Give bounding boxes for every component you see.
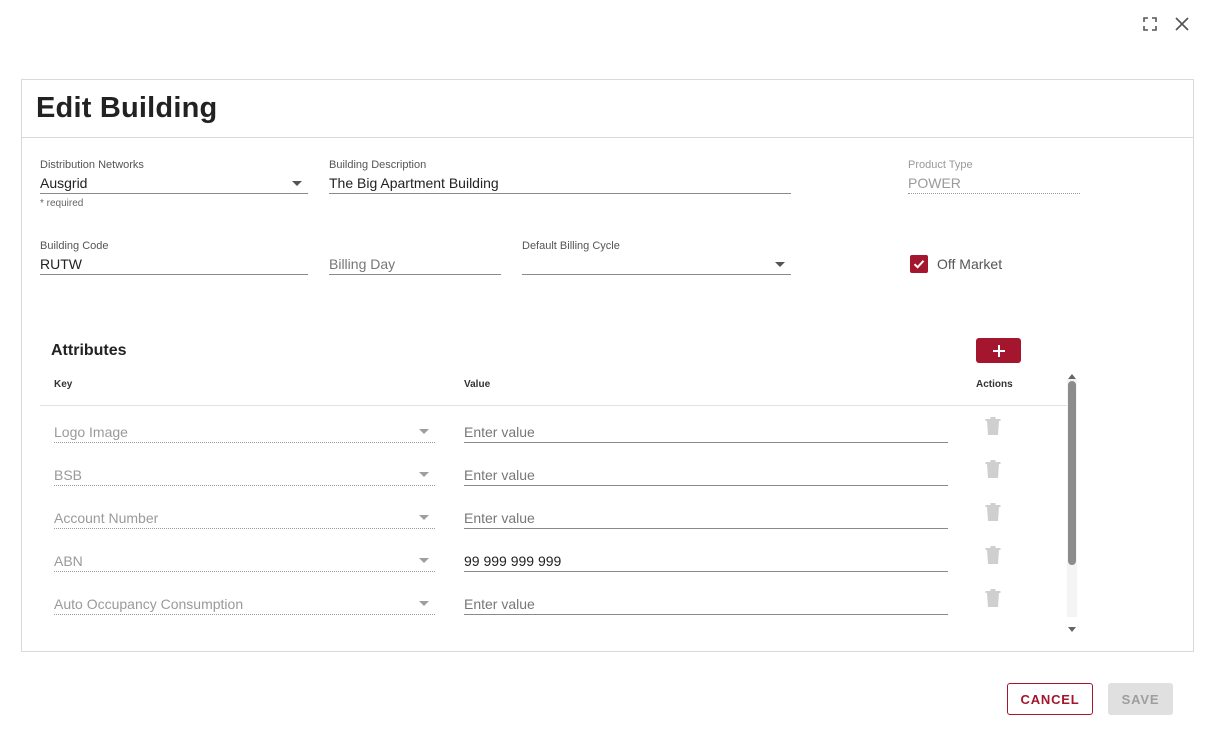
table-row: Auto Occupancy Consumption Enter value: [22, 584, 1082, 627]
trash-icon[interactable]: [984, 416, 1002, 436]
attribute-key-value: BSB: [54, 467, 83, 483]
attribute-value-input[interactable]: Enter value: [464, 507, 948, 529]
trash-icon[interactable]: [984, 502, 1002, 522]
attribute-value-input[interactable]: 99 999 999 999: [464, 550, 948, 572]
column-header-actions: Actions: [976, 379, 1013, 390]
chevron-down-icon: [419, 515, 429, 520]
table-row: Account Number Enter value: [22, 498, 1082, 541]
attribute-key-select[interactable]: Auto Occupancy Consumption: [54, 593, 435, 615]
default-billing-cycle-field: Default Billing Cycle: [522, 239, 791, 275]
scroll-up-arrow-icon[interactable]: [1067, 367, 1077, 379]
building-description-input[interactable]: The Big Apartment Building: [329, 172, 791, 194]
trash-icon[interactable]: [984, 459, 1002, 479]
billing-day-input[interactable]: Billing Day: [329, 253, 501, 275]
table-divider: [40, 405, 1067, 406]
column-header-key: Key: [54, 379, 73, 390]
cancel-button[interactable]: CANCEL: [1007, 683, 1093, 715]
building-code-field: Building Code RUTW: [40, 239, 308, 275]
page-title: Edit Building: [36, 92, 218, 124]
table-row: ABN 99 999 999 999: [22, 541, 1082, 584]
attribute-key-value: Auto Occupancy Consumption: [54, 596, 244, 612]
add-attribute-button[interactable]: [976, 338, 1021, 363]
panel-header: Edit Building: [22, 80, 1193, 138]
attribute-value-input[interactable]: Enter value: [464, 421, 948, 443]
distribution-networks-select[interactable]: Ausgrid: [40, 172, 308, 194]
attribute-value-input[interactable]: Enter value: [464, 464, 948, 486]
attributes-title: Attributes: [51, 342, 127, 359]
trash-icon[interactable]: [984, 545, 1002, 565]
required-hint: * required: [40, 198, 84, 209]
attribute-key-value: Logo Image: [54, 424, 128, 440]
plus-icon: [992, 344, 1005, 357]
product-type-label: Product Type: [908, 159, 973, 171]
distribution-networks-label: Distribution Networks: [40, 159, 144, 171]
attribute-value-input[interactable]: Enter value: [464, 593, 948, 615]
attribute-key-select[interactable]: BSB: [54, 464, 435, 486]
default-billing-cycle-label: Default Billing Cycle: [522, 240, 620, 252]
check-icon: [910, 255, 928, 273]
save-button[interactable]: SAVE: [1108, 683, 1173, 715]
attribute-key-value: ABN: [54, 553, 83, 569]
scrollbar-thumb[interactable]: [1068, 381, 1076, 565]
edit-building-panel: Edit Building Distribution Networks Ausg…: [21, 79, 1194, 652]
billing-day-placeholder: Billing Day: [329, 256, 396, 272]
distribution-networks-field: Distribution Networks Ausgrid * required: [40, 158, 308, 209]
table-row: Logo Image Enter value: [22, 412, 1082, 455]
scroll-down-arrow-icon[interactable]: [1067, 621, 1077, 632]
table-row: BSB Enter value: [22, 455, 1082, 498]
off-market-label: Off Market: [937, 256, 1003, 272]
attribute-key-select[interactable]: ABN: [54, 550, 435, 572]
building-code-label: Building Code: [40, 240, 109, 252]
product-type-value: POWER: [908, 172, 1080, 194]
chevron-down-icon: [292, 181, 302, 186]
building-description-field: Building Description The Big Apartment B…: [329, 158, 791, 194]
building-code-input[interactable]: RUTW: [40, 253, 308, 275]
fullscreen-icon[interactable]: [1140, 14, 1160, 34]
distribution-networks-value: Ausgrid: [40, 175, 88, 191]
building-description-label: Building Description: [329, 159, 427, 171]
chevron-down-icon: [775, 262, 785, 267]
chevron-down-icon: [419, 558, 429, 563]
attribute-key-select[interactable]: Account Number: [54, 507, 435, 529]
chevron-down-icon: [419, 601, 429, 606]
attribute-key-value: Account Number: [54, 510, 159, 526]
default-billing-cycle-select[interactable]: [522, 253, 791, 275]
off-market-checkbox[interactable]: Off Market: [910, 255, 1002, 273]
product-type-field: Product Type POWER: [908, 158, 1080, 194]
chevron-down-icon: [419, 429, 429, 434]
attribute-key-select[interactable]: Logo Image: [54, 421, 435, 443]
billing-day-field: Billing Day: [329, 239, 501, 275]
column-header-value: Value: [464, 379, 491, 390]
chevron-down-icon: [419, 472, 429, 477]
trash-icon[interactable]: [984, 588, 1002, 608]
close-icon[interactable]: [1172, 14, 1192, 34]
billing-day-label: [329, 239, 501, 253]
